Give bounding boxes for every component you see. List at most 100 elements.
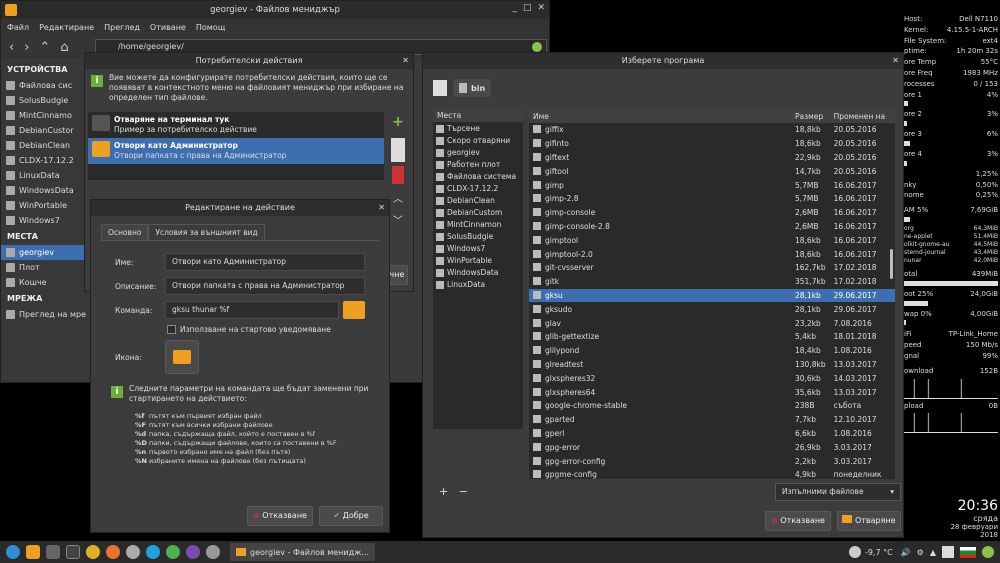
settings-icon[interactable] bbox=[126, 545, 140, 559]
edit-path-icon[interactable] bbox=[433, 80, 447, 96]
place-item[interactable]: MintCinnamon bbox=[433, 218, 523, 230]
chooser-cancel-button[interactable]: ⊘ Отказване bbox=[765, 511, 831, 531]
place-item[interactable]: Търсене bbox=[433, 122, 523, 134]
file-row[interactable]: glxspheres32 30,6kb 14.03.2017 bbox=[529, 371, 895, 385]
file-row[interactable]: glib-gettextize 5,4kb 18.01.2018 bbox=[529, 330, 895, 344]
file-row[interactable]: glilypond 18,4kb 1.08.2016 bbox=[529, 344, 895, 358]
file-row[interactable]: gparted 7,7kb 12.10.2017 bbox=[529, 413, 895, 427]
chooser-close-icon[interactable]: ✕ bbox=[892, 53, 899, 69]
tab-basic[interactable]: Основно bbox=[101, 224, 149, 240]
file-row[interactable]: gifinto 18,6kb 20.05.2016 bbox=[529, 137, 895, 151]
file-row[interactable]: gimptool-2.0 18,6kb 16.06.2017 bbox=[529, 247, 895, 261]
home-icon[interactable]: ⌂ bbox=[60, 40, 68, 55]
sidebar-device[interactable]: Файлова сис bbox=[1, 78, 91, 93]
file-row[interactable]: gimp-console-2.8 2,6MB 16.06.2017 bbox=[529, 220, 895, 234]
chooser-titlebar[interactable]: Изберете програма ✕ bbox=[423, 53, 903, 69]
place-item[interactable]: SolusBudgie bbox=[433, 230, 523, 242]
file-row[interactable]: git-cvsserver 162,7kb 17.02.2018 bbox=[529, 261, 895, 275]
chooser-open-button[interactable]: Отваряне bbox=[837, 511, 901, 531]
sidebar-device[interactable]: WinPortable bbox=[1, 198, 91, 213]
skype-icon[interactable] bbox=[146, 545, 160, 559]
firefox-icon[interactable] bbox=[106, 545, 120, 559]
place-item[interactable]: Работен плот bbox=[433, 158, 523, 170]
calendar-icon[interactable] bbox=[942, 546, 954, 558]
edit-action-icon[interactable] bbox=[391, 138, 405, 162]
chrome-icon[interactable] bbox=[86, 545, 100, 559]
file-row[interactable]: gimp-2.8 5,7MB 16.06.2017 bbox=[529, 192, 895, 206]
action-item[interactable]: Отваряне на терминал тук Пример за потре… bbox=[88, 112, 384, 138]
file-row[interactable]: glav 23,2kb 7.08.2016 bbox=[529, 316, 895, 330]
back-icon[interactable]: ‹ bbox=[9, 40, 14, 55]
file-row[interactable]: giftool 14,7kb 20.05.2016 bbox=[529, 164, 895, 178]
add-place-icon[interactable]: + bbox=[439, 485, 448, 498]
forward-icon[interactable]: › bbox=[24, 40, 29, 55]
sidebar-device[interactable]: WindowsData bbox=[1, 183, 91, 198]
menu-go[interactable]: Отиване bbox=[150, 23, 186, 32]
sidebar-device[interactable]: DebianClean bbox=[1, 138, 91, 153]
col-modified[interactable]: Променен на bbox=[829, 109, 895, 123]
file-row[interactable]: google-chrome-stable 238B събота bbox=[529, 399, 895, 413]
file-row[interactable]: glxspheres64 35,6kb 13.03.2017 bbox=[529, 385, 895, 399]
browse-folder-icon[interactable] bbox=[343, 301, 365, 319]
file-row[interactable]: gpg-error 26,9kb 3.03.2017 bbox=[529, 440, 895, 454]
user-actions-icon[interactable] bbox=[46, 545, 60, 559]
startup-checkbox[interactable] bbox=[167, 325, 176, 334]
close-icon[interactable]: ✕ bbox=[537, 3, 545, 13]
menu-edit[interactable]: Редактиране bbox=[39, 23, 94, 32]
file-row[interactable]: gimp-console 2,6MB 16.06.2017 bbox=[529, 206, 895, 220]
flag-icon[interactable] bbox=[960, 546, 976, 558]
minimize-icon[interactable]: _ bbox=[512, 3, 517, 13]
file-row[interactable]: giftext 22,9kb 20.05.2016 bbox=[529, 151, 895, 165]
sidebar-place-trash[interactable]: Кошче bbox=[1, 275, 91, 290]
sidebar-device[interactable]: Windows7 bbox=[1, 213, 91, 228]
move-up-icon[interactable]: ︿ bbox=[388, 190, 408, 212]
media-player-icon[interactable] bbox=[186, 545, 200, 559]
col-name[interactable]: Име bbox=[529, 109, 791, 123]
file-row[interactable]: gpg-error-config 2,2kb 3.03.2017 bbox=[529, 454, 895, 468]
file-row[interactable]: gimptool 18,6kb 16.06.2017 bbox=[529, 233, 895, 247]
power-icon[interactable] bbox=[982, 546, 994, 558]
menu-icon[interactable] bbox=[6, 545, 20, 559]
sidebar-place-desktop[interactable]: Плот bbox=[1, 260, 91, 275]
terminal-icon[interactable] bbox=[66, 545, 80, 559]
delete-action-icon[interactable] bbox=[392, 166, 404, 184]
crumb-button[interactable]: bin bbox=[453, 79, 492, 97]
scrollbar-thumb[interactable] bbox=[890, 249, 893, 279]
place-item[interactable]: WinPortable bbox=[433, 254, 523, 266]
filter-select[interactable]: Изпълними файлове ▾ bbox=[775, 483, 901, 501]
sidebar-device[interactable]: LinuxData bbox=[1, 168, 91, 183]
file-row[interactable]: gitk 351,7kb 17.02.2018 bbox=[529, 275, 895, 289]
command-field[interactable]: gksu thunar %f bbox=[165, 301, 339, 319]
place-item[interactable]: CLDX-17.12.2 bbox=[433, 182, 523, 194]
ua-close-icon[interactable]: ✕ bbox=[402, 53, 409, 69]
menu-view[interactable]: Преглед bbox=[104, 23, 140, 32]
edit-cancel-button[interactable]: ⊘ Отказване bbox=[247, 506, 313, 526]
network-icon[interactable]: ▲ bbox=[930, 548, 936, 557]
edit-ok-button[interactable]: ✔ Добре bbox=[319, 506, 383, 526]
file-row[interactable]: giffix 18,8kb 20.05.2016 bbox=[529, 123, 895, 137]
file-row[interactable]: gperl 6,6kb 1.08.2016 bbox=[529, 427, 895, 441]
sidebar-device[interactable]: DebianCustor bbox=[1, 123, 91, 138]
weather-icon[interactable] bbox=[848, 546, 861, 558]
place-item[interactable]: WindowsData bbox=[433, 266, 523, 278]
action-item-selected[interactable]: Отвори като Администратор Отвори папката… bbox=[88, 138, 384, 164]
sidebar-network-browse[interactable]: Преглед на мре bbox=[1, 307, 91, 322]
remove-place-icon[interactable]: − bbox=[459, 485, 468, 498]
disk-icon[interactable] bbox=[206, 545, 220, 559]
move-down-icon[interactable]: ﹀ bbox=[388, 212, 408, 234]
edit-titlebar[interactable]: Редактиране на действие ✕ bbox=[91, 200, 389, 216]
icon-picker-button[interactable] bbox=[165, 340, 199, 374]
add-action-icon[interactable]: + bbox=[388, 114, 408, 136]
place-item[interactable]: Файлова система bbox=[433, 170, 523, 182]
menu-help[interactable]: Помощ bbox=[196, 23, 225, 32]
edit-close-icon[interactable]: ✕ bbox=[378, 200, 385, 216]
sidebar-device[interactable]: MintCinnamo bbox=[1, 108, 91, 123]
place-item[interactable]: DebianCustom bbox=[433, 206, 523, 218]
fm-titlebar[interactable]: georgiev - Файлов мениджър _ □ ✕ bbox=[1, 1, 549, 19]
place-item[interactable]: LinuxData bbox=[433, 278, 523, 290]
maximize-icon[interactable]: □ bbox=[523, 3, 532, 13]
file-row[interactable]: gksudo 28,1kb 29.06.2017 bbox=[529, 302, 895, 316]
taskbar-task-fm[interactable]: georgiev - Файлов менидж... bbox=[230, 543, 375, 561]
place-item[interactable]: georgiev bbox=[433, 146, 523, 158]
tab-conditions[interactable]: Условия за външният вид bbox=[148, 224, 265, 240]
